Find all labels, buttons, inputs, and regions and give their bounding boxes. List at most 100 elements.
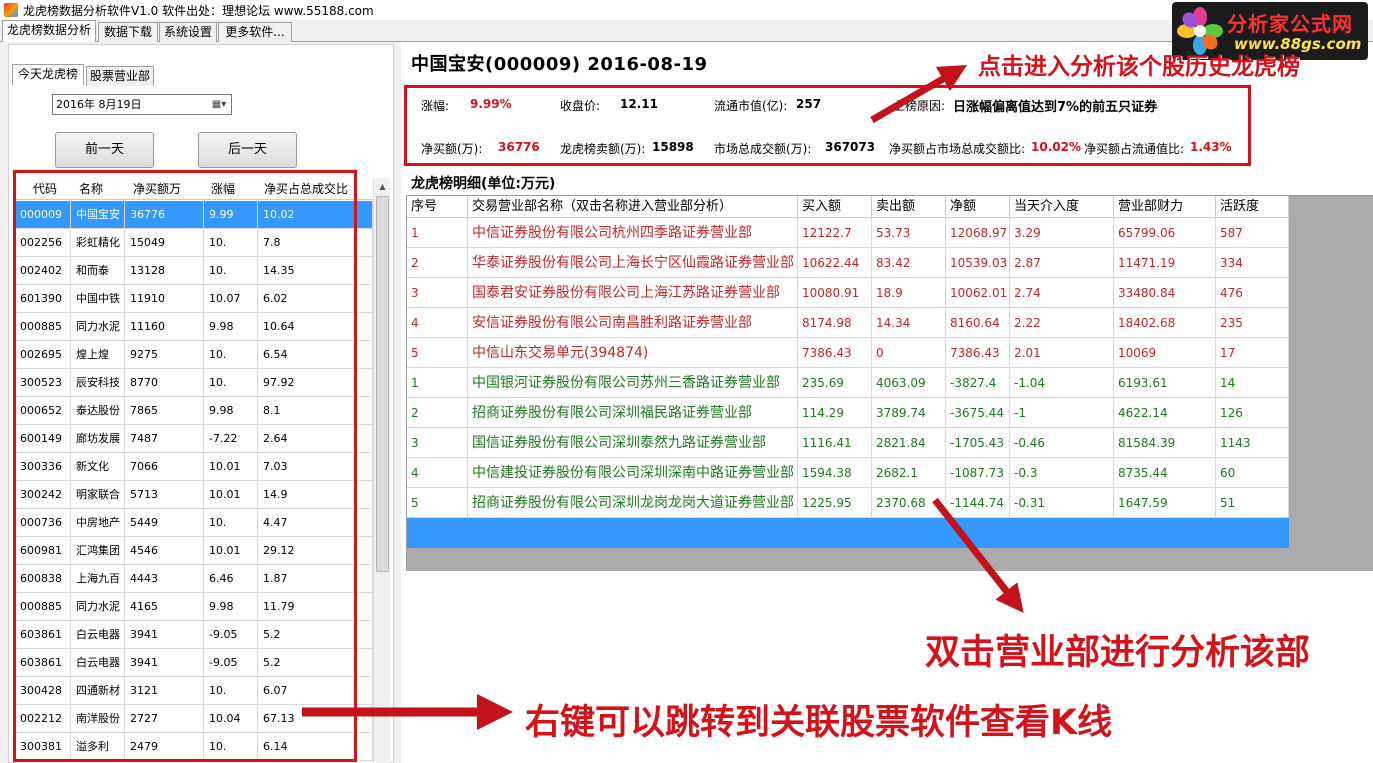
stock-list-row[interactable]: 300428 四通新材 3121 10. 6.07	[15, 677, 373, 705]
row-netbuy: 9275	[129, 341, 204, 369]
drow-branch[interactable]: 华泰证券股份有限公司上海长宁区仙霞路证券营业部	[468, 248, 798, 278]
detail-sell-row[interactable]: 5 招商证券股份有限公司深圳龙岗龙岗大道证券营业部 1225.95 2370.68 -1…	[407, 488, 1289, 518]
stock-list-row[interactable]: 300336 新文化 7066 10.01 7.03	[15, 453, 373, 481]
detail-buy-row[interactable]: 4 安信证券股份有限公司南昌胜利路证券营业部 8174.98 14.34 8160.64…	[407, 308, 1289, 338]
row-code: 300523	[19, 369, 71, 397]
drow-branch[interactable]: 中信建投证券股份有限公司深圳深南中路证券营业部	[468, 458, 798, 488]
detail-grid: 序号 交易营业部名称（双击名称进入营业部分析） 买入额 卖出额 净额 当天介入度…	[406, 195, 1373, 571]
tab-more-software[interactable]: 更多软件...	[218, 22, 292, 42]
tab-stock-branch[interactable]: 股票营业部	[86, 66, 154, 86]
drow-buy: 12122.7	[798, 218, 872, 248]
drow-branch[interactable]: 国信证券股份有限公司深圳泰然九路证券营业部	[468, 428, 798, 458]
col-netbuy[interactable]: 净买额万	[133, 178, 181, 200]
row-name: 白云电器	[75, 621, 125, 649]
drow-branch[interactable]: 中国银河证券股份有限公司苏州三香路证券营业部	[468, 368, 798, 398]
drow-buy: 1594.38	[798, 458, 872, 488]
tab-today-lhb[interactable]: 今天龙虎榜	[12, 64, 84, 85]
dcol-net[interactable]: 净额	[946, 196, 1010, 218]
dcol-activity[interactable]: 活跃度	[1216, 196, 1289, 218]
drow-activity: 60	[1216, 458, 1289, 488]
row-name: 煌上煌	[75, 341, 125, 369]
tab-system-settings[interactable]: 系统设置	[159, 22, 217, 42]
tab-lhb-analysis[interactable]: 龙虎榜数据分析	[2, 20, 96, 43]
row-name: 上海九百	[75, 565, 125, 593]
total-label: 市场总成交额(万):	[714, 142, 812, 156]
stock-list-row[interactable]: 600838 上海九百 4443 6.46 1.87	[15, 565, 373, 593]
detail-sell-row[interactable]: 3 国信证券股份有限公司深圳泰然九路证券营业部 1116.41 2821.84 -170…	[407, 428, 1289, 458]
stock-list-row[interactable]: 002212 南洋股份 2727 10.04 67.13	[15, 705, 373, 733]
next-day-button[interactable]: 后一天	[198, 132, 297, 168]
detail-buy-row[interactable]: 1 中信证券股份有限公司杭州四季路证券营业部 12122.7 53.73 12068.9…	[407, 218, 1289, 248]
dcol-capital[interactable]: 营业部财力	[1114, 196, 1216, 218]
stock-list-row[interactable]: 600981 汇鸿集团 4546 10.01 29.12	[15, 537, 373, 565]
detail-buy-row[interactable]: 3 国泰君安证券股份有限公司上海江苏路证券营业部 10080.91 18.9 10062…	[407, 278, 1289, 308]
dcol-involve[interactable]: 当天介入度	[1010, 196, 1114, 218]
reason-value: 日涨幅偏离值达到7%的前五只证券	[953, 100, 1158, 115]
scroll-thumb[interactable]	[376, 196, 389, 572]
scroll-up-icon[interactable]: ▲	[374, 178, 391, 195]
drow-capital: 33480.84	[1114, 278, 1216, 308]
stock-list-row[interactable]: 603861 白云电器 3941 -9.05 5.2	[15, 621, 373, 649]
drow-involve: -1	[1010, 398, 1114, 428]
drow-activity: 126	[1216, 398, 1289, 428]
drow-branch[interactable]: 国泰君安证券股份有限公司上海江苏路证券营业部	[468, 278, 798, 308]
stock-list-row[interactable]: 002402 和而泰 13128 10. 14.35	[15, 257, 373, 285]
stock-list-row[interactable]: 600149 廊坊发展 7487 -7.22 2.64	[15, 425, 373, 453]
stock-list-row[interactable]: 002256 彩虹精化 15049 10. 7.8	[15, 229, 373, 257]
col-name[interactable]: 名称	[79, 178, 103, 200]
drow-seq: 5	[407, 338, 468, 368]
drow-buy: 10622.44	[798, 248, 872, 278]
row-change: 10.	[208, 369, 258, 397]
dcol-buy[interactable]: 买入额	[798, 196, 872, 218]
detail-sell-row[interactable]: 1 中国银河证券股份有限公司苏州三香路证券营业部 235.69 4063.09 -382…	[407, 368, 1289, 398]
dcol-seq[interactable]: 序号	[407, 196, 468, 218]
stock-list-row[interactable]: 002695 煌上煌 9275 10. 6.54	[15, 341, 373, 369]
row-name: 溢多利	[75, 733, 125, 761]
dcol-branch[interactable]: 交易营业部名称（双击名称进入营业部分析）	[468, 196, 798, 218]
drow-branch[interactable]: 中信证券股份有限公司杭州四季路证券营业部	[468, 218, 798, 248]
detail-sell-row[interactable]: 4 中信建投证券股份有限公司深圳深南中路证券营业部 1594.38 2682.1 -10…	[407, 458, 1289, 488]
stock-list-row[interactable]: 601390 中国中铁 11910 10.07 6.02	[15, 285, 373, 313]
dcol-sell[interactable]: 卖出额	[872, 196, 946, 218]
stock-list-row[interactable]: 000736 中房地产 5449 10. 4.47	[15, 509, 373, 537]
prev-day-button[interactable]: 前一天	[55, 132, 154, 168]
stock-list-row[interactable]: 603861 白云电器 3941 -9.05 5.2	[15, 649, 373, 677]
row-ratio: 1.87	[262, 565, 373, 593]
detail-empty-selected-row[interactable]	[407, 518, 1289, 548]
stock-list-row[interactable]: 000009 中国宝安 36776 9.99 10.02	[15, 201, 373, 229]
drow-branch[interactable]: 中信山东交易单元(394874)	[468, 338, 798, 368]
row-code: 300336	[19, 453, 71, 481]
row-netbuy: 3941	[129, 621, 204, 649]
stock-list-row[interactable]: 300523 辰安科技 8770 10. 97.92	[15, 369, 373, 397]
detail-buy-row[interactable]: 5 中信山东交易单元(394874) 7386.43 0 7386.43 2.01 1006…	[407, 338, 1289, 368]
stock-title[interactable]: 中国宝安(000009) 2016-08-19	[411, 50, 708, 76]
drow-sell: 14.34	[872, 308, 946, 338]
stock-list-row[interactable]: 000885 同力水泥 11160 9.98 10.64	[15, 313, 373, 341]
stock-list-row[interactable]: 300381 溢多利 2479 10. 6.14	[15, 733, 373, 761]
date-picker[interactable]: 2016年 8月19日 ▦▾	[52, 94, 232, 115]
drow-involve: 2.22	[1010, 308, 1114, 338]
col-code[interactable]: 代码	[33, 178, 57, 200]
row-name: 新文化	[75, 453, 125, 481]
drow-branch[interactable]: 招商证券股份有限公司深圳龙岗龙岗大道证券营业部	[468, 488, 798, 518]
detail-header: 序号 交易营业部名称（双击名称进入营业部分析） 买入额 卖出额 净额 当天介入度…	[407, 196, 1289, 218]
stock-list-row[interactable]: 300242 明家联合 5713 10.01 14.9	[15, 481, 373, 509]
row-code: 603861	[19, 649, 71, 677]
detail-buy-row[interactable]: 2 华泰证券股份有限公司上海长宁区仙霞路证券营业部 10622.44 83.42 105…	[407, 248, 1289, 278]
drow-branch[interactable]: 安信证券股份有限公司南昌胜利路证券营业部	[468, 308, 798, 338]
drow-branch[interactable]: 招商证券股份有限公司深圳福民路证券营业部	[468, 398, 798, 428]
row-ratio: 8.1	[262, 397, 373, 425]
drow-involve: 2.74	[1010, 278, 1114, 308]
row-change: -7.22	[208, 425, 258, 453]
col-change[interactable]: 涨幅	[211, 178, 235, 200]
drow-sell: 3789.74	[872, 398, 946, 428]
row-netbuy: 4546	[129, 537, 204, 565]
stock-list-row[interactable]: 000652 泰达股份 7865 9.98 8.1	[15, 397, 373, 425]
calendar-dropdown-icon[interactable]: ▦▾	[209, 97, 229, 112]
detail-sell-row[interactable]: 2 招商证券股份有限公司深圳福民路证券营业部 114.29 3789.74 -3675.…	[407, 398, 1289, 428]
stock-list-scrollbar[interactable]: ▲	[373, 178, 390, 763]
col-ratio[interactable]: 净买占总成交比	[264, 178, 348, 200]
tab-data-download[interactable]: 数据下载	[98, 22, 158, 42]
row-change: 9.99	[208, 201, 258, 229]
stock-list-row[interactable]: 000885 同力水泥 4165 9.98 11.79	[15, 593, 373, 621]
